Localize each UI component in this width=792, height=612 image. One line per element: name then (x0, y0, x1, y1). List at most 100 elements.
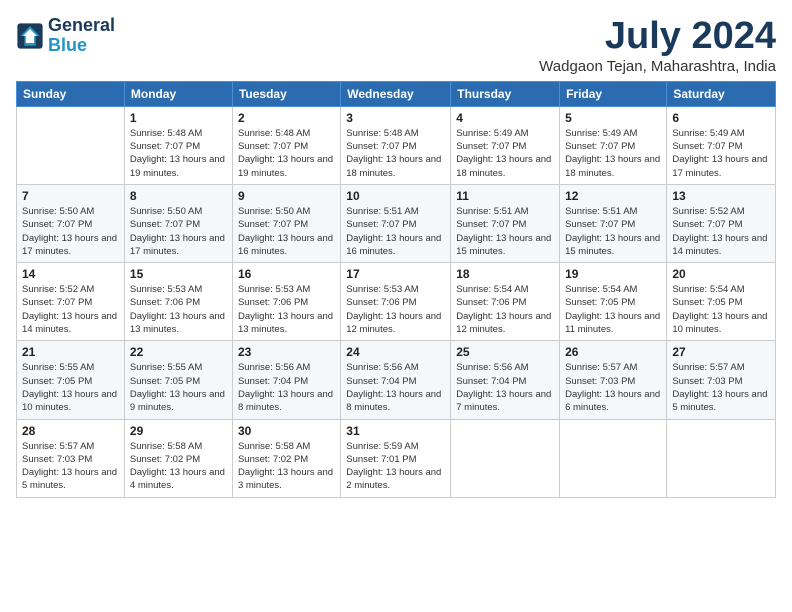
day-info: Sunrise: 5:53 AMSunset: 7:06 PMDaylight:… (346, 283, 445, 336)
day-info: Sunrise: 5:48 AMSunset: 7:07 PMDaylight:… (346, 127, 445, 180)
day-number: 8 (130, 189, 227, 203)
calendar-cell: 27 Sunrise: 5:57 AMSunset: 7:03 PMDayligh… (667, 341, 776, 419)
calendar-cell: 1 Sunrise: 5:48 AMSunset: 7:07 PMDaylight… (124, 106, 232, 184)
calendar-cell: 29 Sunrise: 5:58 AMSunset: 7:02 PMDayligh… (124, 419, 232, 497)
day-number: 4 (456, 111, 554, 125)
day-info: Sunrise: 5:57 AMSunset: 7:03 PMDaylight:… (22, 440, 119, 493)
day-info: Sunrise: 5:51 AMSunset: 7:07 PMDaylight:… (456, 205, 554, 258)
calendar-cell: 4 Sunrise: 5:49 AMSunset: 7:07 PMDaylight… (451, 106, 560, 184)
logo-text: GeneralBlue (48, 16, 115, 56)
location-title: Wadgaon Tejan, Maharashtra, India (539, 58, 776, 75)
calendar-cell: 10Sunrise: 5:51 AMSunset: 7:07 PMDayligh… (341, 184, 451, 262)
header: GeneralBlue July 2024 Wadgaon Tejan, Mah… (16, 16, 776, 75)
calendar-cell: 3Sunrise: 5:48 AMSunset: 7:07 PMDaylight… (341, 106, 451, 184)
day-info: Sunrise: 5:59 AMSunset: 7:01 PMDaylight:… (346, 440, 445, 493)
day-number: 22 (130, 345, 227, 359)
calendar-cell (17, 106, 125, 184)
calendar-week-row: 7 Sunrise: 5:50 AMSunset: 7:07 PMDaylight… (17, 184, 776, 262)
calendar-cell: 20 Sunrise: 5:54 AMSunset: 7:05 PMDayligh… (667, 263, 776, 341)
calendar-cell: 23 Sunrise: 5:56 AMSunset: 7:04 PMDayligh… (232, 341, 340, 419)
calendar-cell: 18Sunrise: 5:54 AMSunset: 7:06 PMDayligh… (451, 263, 560, 341)
day-info: Sunrise: 5:50 AMSunset: 7:07 PMDaylight:… (130, 205, 227, 258)
calendar-cell: 15Sunrise: 5:53 AMSunset: 7:06 PMDayligh… (124, 263, 232, 341)
day-number: 20 (672, 267, 770, 281)
day-info: Sunrise: 5:55 AMSunset: 7:05 PMDaylight:… (130, 361, 227, 414)
calendar-week-row: 14Sunrise: 5:52 AMSunset: 7:07 PMDayligh… (17, 263, 776, 341)
day-number: 2 (238, 111, 335, 125)
day-number: 27 (672, 345, 770, 359)
month-title: July 2024 (539, 16, 776, 58)
day-info: Sunrise: 5:49 AMSunset: 7:07 PMDaylight:… (672, 127, 770, 180)
calendar-cell: 22 Sunrise: 5:55 AMSunset: 7:05 PMDayligh… (124, 341, 232, 419)
weekday-header-sunday: Sunday (17, 81, 125, 106)
day-info: Sunrise: 5:55 AMSunset: 7:05 PMDaylight:… (22, 361, 119, 414)
day-number: 28 (22, 424, 119, 438)
day-info: Sunrise: 5:58 AMSunset: 7:02 PMDaylight:… (130, 440, 227, 493)
day-info: Sunrise: 5:54 AMSunset: 7:05 PMDaylight:… (565, 283, 661, 336)
day-info: Sunrise: 5:49 AMSunset: 7:07 PMDaylight:… (456, 127, 554, 180)
day-number: 14 (22, 267, 119, 281)
calendar-cell: 26Sunrise: 5:57 AMSunset: 7:03 PMDayligh… (560, 341, 667, 419)
calendar-cell: 2 Sunrise: 5:48 AMSunset: 7:07 PMDaylight… (232, 106, 340, 184)
day-number: 5 (565, 111, 661, 125)
calendar-cell (451, 419, 560, 497)
calendar-cell: 13Sunrise: 5:52 AMSunset: 7:07 PMDayligh… (667, 184, 776, 262)
calendar-cell: 30 Sunrise: 5:58 AMSunset: 7:02 PMDayligh… (232, 419, 340, 497)
day-info: Sunrise: 5:50 AMSunset: 7:07 PMDaylight:… (238, 205, 335, 258)
calendar-cell: 19 Sunrise: 5:54 AMSunset: 7:05 PMDayligh… (560, 263, 667, 341)
calendar-cell: 16Sunrise: 5:53 AMSunset: 7:06 PMDayligh… (232, 263, 340, 341)
day-number: 23 (238, 345, 335, 359)
day-info: Sunrise: 5:57 AMSunset: 7:03 PMDaylight:… (672, 361, 770, 414)
day-number: 7 (22, 189, 119, 203)
weekday-header-row: SundayMondayTuesdayWednesdayThursdayFrid… (17, 81, 776, 106)
day-info: Sunrise: 5:49 AMSunset: 7:07 PMDaylight:… (565, 127, 661, 180)
day-number: 16 (238, 267, 335, 281)
logo-area: GeneralBlue (16, 16, 115, 56)
day-info: Sunrise: 5:48 AMSunset: 7:07 PMDaylight:… (238, 127, 335, 180)
day-info: Sunrise: 5:56 AMSunset: 7:04 PMDaylight:… (346, 361, 445, 414)
day-info: Sunrise: 5:58 AMSunset: 7:02 PMDaylight:… (238, 440, 335, 493)
day-number: 18 (456, 267, 554, 281)
day-info: Sunrise: 5:48 AMSunset: 7:07 PMDaylight:… (130, 127, 227, 180)
day-info: Sunrise: 5:50 AMSunset: 7:07 PMDaylight:… (22, 205, 119, 258)
calendar-cell: 6Sunrise: 5:49 AMSunset: 7:07 PMDaylight… (667, 106, 776, 184)
day-number: 1 (130, 111, 227, 125)
calendar-cell: 9 Sunrise: 5:50 AMSunset: 7:07 PMDaylight… (232, 184, 340, 262)
page-container: GeneralBlue July 2024 Wadgaon Tejan, Mah… (16, 16, 776, 498)
day-number: 30 (238, 424, 335, 438)
day-number: 25 (456, 345, 554, 359)
day-info: Sunrise: 5:52 AMSunset: 7:07 PMDaylight:… (672, 205, 770, 258)
title-area: July 2024 Wadgaon Tejan, Maharashtra, In… (539, 16, 776, 75)
day-number: 31 (346, 424, 445, 438)
day-number: 21 (22, 345, 119, 359)
calendar-cell: 21 Sunrise: 5:55 AMSunset: 7:05 PMDayligh… (17, 341, 125, 419)
calendar-cell: 25Sunrise: 5:56 AMSunset: 7:04 PMDayligh… (451, 341, 560, 419)
calendar-week-row: 21 Sunrise: 5:55 AMSunset: 7:05 PMDayligh… (17, 341, 776, 419)
weekday-header-thursday: Thursday (451, 81, 560, 106)
calendar-cell: 14Sunrise: 5:52 AMSunset: 7:07 PMDayligh… (17, 263, 125, 341)
calendar-cell (667, 419, 776, 497)
weekday-header-monday: Monday (124, 81, 232, 106)
logo-icon (16, 22, 44, 50)
day-info: Sunrise: 5:56 AMSunset: 7:04 PMDaylight:… (238, 361, 335, 414)
day-number: 9 (238, 189, 335, 203)
calendar-cell: 12Sunrise: 5:51 AMSunset: 7:07 PMDayligh… (560, 184, 667, 262)
calendar-cell: 11Sunrise: 5:51 AMSunset: 7:07 PMDayligh… (451, 184, 560, 262)
calendar-cell: 8 Sunrise: 5:50 AMSunset: 7:07 PMDaylight… (124, 184, 232, 262)
calendar-cell (560, 419, 667, 497)
day-info: Sunrise: 5:51 AMSunset: 7:07 PMDaylight:… (565, 205, 661, 258)
day-number: 26 (565, 345, 661, 359)
day-info: Sunrise: 5:54 AMSunset: 7:05 PMDaylight:… (672, 283, 770, 336)
day-number: 19 (565, 267, 661, 281)
calendar-week-row: 28 Sunrise: 5:57 AMSunset: 7:03 PMDayligh… (17, 419, 776, 497)
day-number: 17 (346, 267, 445, 281)
weekday-header-tuesday: Tuesday (232, 81, 340, 106)
weekday-header-wednesday: Wednesday (341, 81, 451, 106)
calendar-week-row: 1 Sunrise: 5:48 AMSunset: 7:07 PMDaylight… (17, 106, 776, 184)
calendar-cell: 28 Sunrise: 5:57 AMSunset: 7:03 PMDayligh… (17, 419, 125, 497)
weekday-header-saturday: Saturday (667, 81, 776, 106)
calendar-cell: 24 Sunrise: 5:56 AMSunset: 7:04 PMDayligh… (341, 341, 451, 419)
day-number: 24 (346, 345, 445, 359)
calendar-cell: 7 Sunrise: 5:50 AMSunset: 7:07 PMDaylight… (17, 184, 125, 262)
day-number: 29 (130, 424, 227, 438)
